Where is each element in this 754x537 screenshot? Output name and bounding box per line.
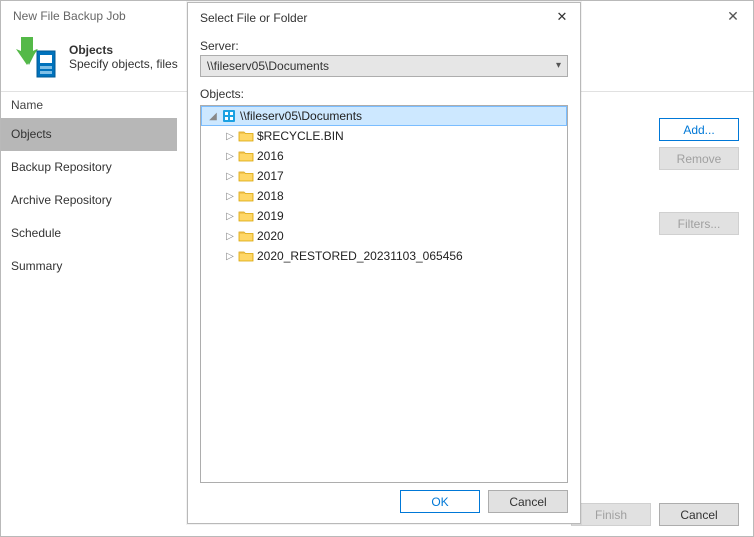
folder-icon bbox=[237, 169, 255, 183]
objects-icon bbox=[11, 33, 59, 81]
finish-button: Finish bbox=[571, 503, 651, 526]
wizard-sidebar: Name ObjectsBackup RepositoryArchive Rep… bbox=[1, 92, 177, 492]
sidebar-item-summary[interactable]: Summary bbox=[1, 250, 177, 283]
sidebar-item-backup-repository[interactable]: Backup Repository bbox=[1, 151, 177, 184]
sidebar-header: Name bbox=[1, 92, 177, 118]
tree-item[interactable]: ▷ 2017 bbox=[201, 166, 567, 186]
ok-button[interactable]: OK bbox=[400, 490, 480, 513]
server-label: Server: bbox=[200, 39, 568, 53]
dialog-title: Select File or Folder bbox=[200, 11, 307, 25]
objects-label: Objects: bbox=[200, 87, 568, 101]
tree-item[interactable]: ▷ $RECYCLE.BIN bbox=[201, 126, 567, 146]
tree-root-label: \\fileserv05\Documents bbox=[238, 109, 362, 123]
remove-button: Remove bbox=[659, 147, 739, 170]
expand-icon[interactable]: ▷ bbox=[223, 231, 237, 242]
tree-item-label: 2020_RESTORED_20231103_065456 bbox=[255, 249, 463, 263]
page-title: Objects bbox=[69, 43, 178, 57]
tree-item[interactable]: ▷ 2018 bbox=[201, 186, 567, 206]
wizard-footer: Finish Cancel bbox=[571, 503, 739, 526]
tree-root[interactable]: ◢ \\fileserv05\Documents bbox=[201, 106, 567, 126]
sidebar-item-archive-repository[interactable]: Archive Repository bbox=[1, 184, 177, 217]
tree-item-label: 2018 bbox=[255, 189, 284, 203]
tree-item[interactable]: ▷ 2020_RESTORED_20231103_065456 bbox=[201, 246, 567, 266]
expand-icon[interactable]: ▷ bbox=[223, 131, 237, 142]
folder-icon bbox=[237, 209, 255, 223]
page-subtitle: Specify objects, files bbox=[69, 57, 178, 71]
expand-icon[interactable]: ▷ bbox=[223, 151, 237, 162]
close-icon[interactable]: ✕ bbox=[717, 5, 749, 27]
tree-item[interactable]: ▷ 2019 bbox=[201, 206, 567, 226]
sidebar-item-schedule[interactable]: Schedule bbox=[1, 217, 177, 250]
folder-icon bbox=[237, 149, 255, 163]
tree-item-label: 2016 bbox=[255, 149, 284, 163]
folder-icon bbox=[237, 229, 255, 243]
sidebar-item-objects[interactable]: Objects bbox=[1, 118, 177, 151]
expand-icon[interactable]: ▷ bbox=[223, 171, 237, 182]
close-icon[interactable]: ✕ bbox=[548, 7, 576, 27]
tree-item-label: $RECYCLE.BIN bbox=[255, 129, 344, 143]
objects-tree[interactable]: ◢ \\fileserv05\Documents ▷ $RECYCLE.BIN ▷ 2… bbox=[200, 105, 568, 483]
cancel-button[interactable]: Cancel bbox=[488, 490, 568, 513]
server-icon bbox=[220, 108, 238, 124]
dialog-footer: OK Cancel bbox=[400, 490, 568, 513]
folder-icon bbox=[237, 189, 255, 203]
tree-item-label: 2020 bbox=[255, 229, 284, 243]
tree-item[interactable]: ▷ 2016 bbox=[201, 146, 567, 166]
server-value: \\fileserv05\Documents bbox=[207, 59, 329, 73]
wizard-window: New File Backup Job ✕ Objects Specify ob… bbox=[0, 0, 754, 537]
cancel-button[interactable]: Cancel bbox=[659, 503, 739, 526]
folder-icon bbox=[237, 129, 255, 143]
select-file-dialog: Select File or Folder ✕ Server: \\filese… bbox=[187, 2, 581, 524]
tree-item-label: 2019 bbox=[255, 209, 284, 223]
expand-icon[interactable]: ▷ bbox=[223, 251, 237, 262]
add-button[interactable]: Add... bbox=[659, 118, 739, 141]
collapse-icon[interactable]: ◢ bbox=[206, 111, 220, 122]
tree-item-label: 2017 bbox=[255, 169, 284, 183]
tree-item[interactable]: ▷ 2020 bbox=[201, 226, 567, 246]
chevron-down-icon: ▾ bbox=[556, 60, 561, 71]
server-dropdown[interactable]: \\fileserv05\Documents ▾ bbox=[200, 55, 568, 77]
window-title: New File Backup Job bbox=[13, 9, 126, 23]
expand-icon[interactable]: ▷ bbox=[223, 211, 237, 222]
folder-icon bbox=[237, 249, 255, 263]
action-buttons: Add... Remove Filters... bbox=[659, 118, 739, 235]
filters-button: Filters... bbox=[659, 212, 739, 235]
expand-icon[interactable]: ▷ bbox=[223, 191, 237, 202]
